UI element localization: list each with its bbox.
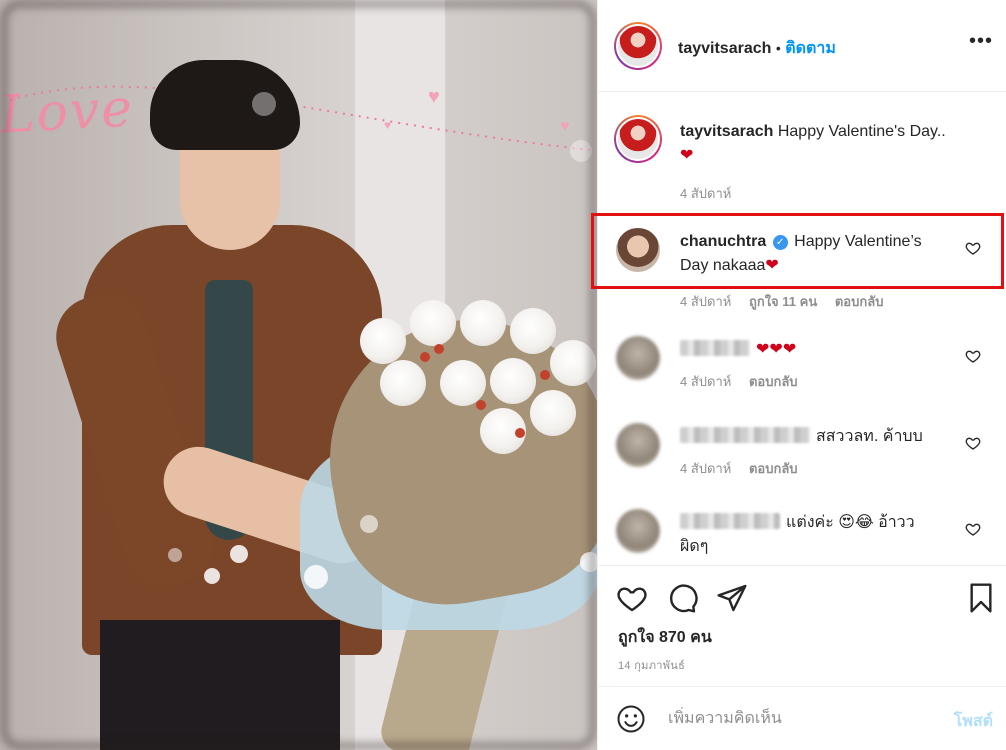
caption-heart-emoji: ❤ — [680, 147, 694, 164]
reply-button[interactable]: ตอบกลับ — [749, 461, 798, 476]
follow-button[interactable]: ติดตาม — [785, 40, 836, 57]
comment-age[interactable]: 4 สัปดาห์ — [680, 294, 731, 309]
post-header: tayvitsarach • ติดตาม ••• — [598, 0, 1006, 92]
post-comment-button[interactable]: โพสต์ — [954, 709, 993, 734]
comment-item: แต่งค่ะ 😍😂 อ้าวว ผิดๆ — [598, 503, 1006, 563]
comment-like-count[interactable]: ถูกใจ 11 คน — [749, 294, 817, 309]
caption-username[interactable]: tayvitsarach — [680, 123, 773, 140]
comment-bubble-icon[interactable] — [666, 582, 698, 614]
comment-item: สสววลท. ค้าบบ 4 สัปดาห์ ตอบกลับ — [598, 415, 1006, 495]
commenter-avatar[interactable] — [616, 509, 660, 553]
commenter-username-blurred[interactable] — [680, 513, 780, 529]
comment-age[interactable]: 4 สัปดาห์ — [680, 374, 731, 389]
like-heart-icon[interactable] — [616, 582, 648, 614]
like-comment-heart-icon[interactable] — [965, 521, 981, 537]
commenter-avatar[interactable] — [616, 336, 660, 380]
share-paper-plane-icon[interactable] — [716, 582, 748, 614]
author-avatar-image — [616, 24, 660, 68]
like-comment-heart-icon[interactable] — [965, 435, 981, 451]
commenter-username-blurred[interactable] — [680, 427, 810, 443]
save-bookmark-icon[interactable] — [965, 582, 997, 614]
author-avatar[interactable] — [614, 22, 662, 70]
post-author-username[interactable]: tayvitsarach — [678, 40, 771, 57]
post-photo[interactable]: Love ♥ ♥ ♥ ♥ — [0, 0, 597, 750]
more-options-icon[interactable]: ••• — [969, 31, 993, 51]
post-side-panel: tayvitsarach • ติดตาม ••• tayvitsarach H… — [597, 0, 1006, 750]
commenter-avatar[interactable] — [616, 423, 660, 467]
header-dot-separator: • — [775, 40, 781, 56]
caption-text: Happy Valentine's Day.. — [777, 123, 946, 140]
comment-item: ❤❤❤ 4 สัปดาห์ ตอบกลับ — [598, 328, 1006, 408]
add-comment-bar: โพสต์ — [598, 686, 1006, 750]
likes-count[interactable]: ถูกใจ 870 คน — [618, 625, 712, 650]
comments-list[interactable]: tayvitsarach Happy Valentine's Day.. ❤ 4… — [598, 93, 1006, 563]
reply-button[interactable]: ตอบกลับ — [835, 294, 884, 309]
caption-author-avatar[interactable] — [614, 115, 662, 163]
post-date[interactable]: 14 กุมภาพันธ์ — [618, 656, 685, 674]
caption-age[interactable]: 4 สัปดาห์ — [680, 186, 731, 201]
post-actions-bar: ถูกใจ 870 คน 14 กุมภาพันธ์ — [598, 565, 1006, 695]
photo-vignette-frame — [0, 0, 597, 750]
highlight-box — [591, 213, 1004, 289]
add-comment-input[interactable] — [668, 707, 938, 731]
comment-text: สสววลท. ค้าบบ — [816, 428, 923, 445]
comment-age[interactable]: 4 สัปดาห์ — [680, 461, 731, 476]
emoji-smiley-icon[interactable] — [616, 704, 646, 734]
caption-author-avatar-image — [616, 117, 660, 161]
post-caption: tayvitsarach Happy Valentine's Day.. ❤ 4… — [598, 93, 1006, 208]
commenter-username-blurred[interactable] — [680, 340, 750, 356]
reply-button[interactable]: ตอบกลับ — [749, 374, 798, 389]
like-comment-heart-icon[interactable] — [965, 348, 981, 364]
comment-text: ❤❤❤ — [756, 341, 797, 358]
